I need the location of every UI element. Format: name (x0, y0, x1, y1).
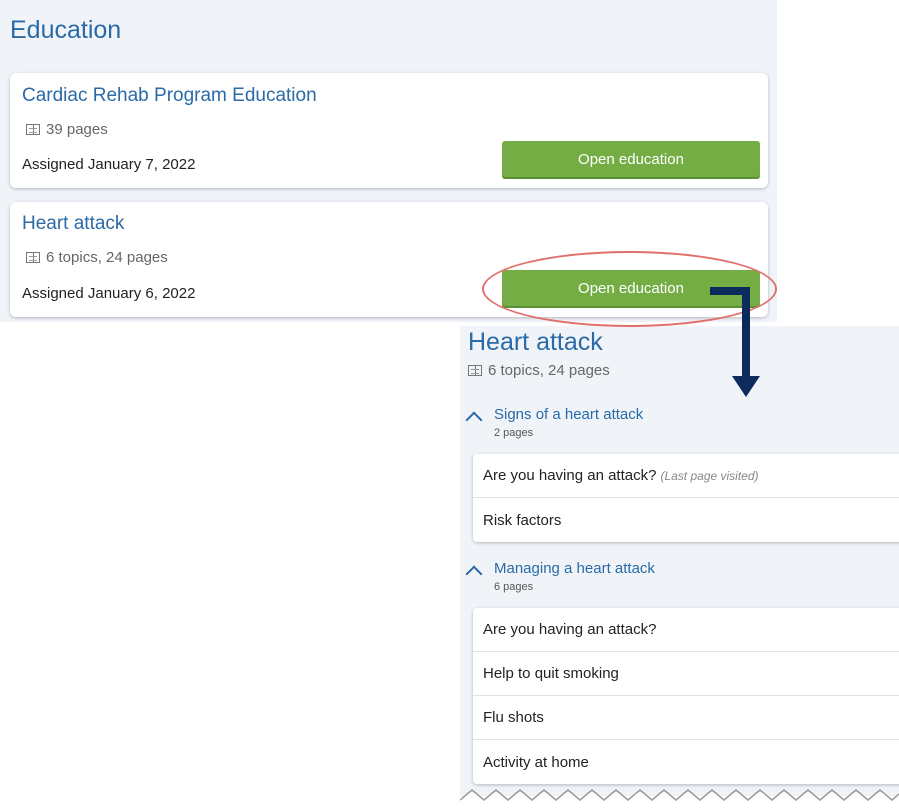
torn-edge (460, 789, 899, 808)
topic-meta: 6 topics, 24 pages (468, 362, 610, 379)
list-item[interactable]: Are you having an attack? (Last page vis… (473, 454, 899, 498)
card-title-link[interactable]: Cardiac Rehab Program Education (22, 85, 317, 107)
assigned-date: Assigned January 6, 2022 (22, 285, 196, 302)
open-education-button[interactable]: Open education (502, 270, 760, 306)
section-name: Signs of a heart attack (494, 406, 644, 423)
list-item[interactable]: Are you having an attack? (473, 608, 899, 652)
list-item-label: Are you having an attack? (483, 467, 657, 484)
open-education-button[interactable]: Open education (502, 141, 760, 177)
list-item[interactable]: Risk factors (473, 498, 899, 542)
section-header-managing[interactable]: Managing a heart attack 6 pages (465, 560, 888, 600)
chevron-up-icon (465, 565, 483, 583)
list-item-label: Flu shots (483, 709, 544, 726)
page-count: 39 pages (46, 121, 108, 138)
book-icon (468, 365, 482, 376)
book-icon (26, 124, 40, 135)
page-title: Education (10, 16, 122, 44)
topic-panel: Heart attack 6 topics, 24 pages Signs of… (460, 326, 899, 796)
topic-page-list: Are you having an attack? (Last page vis… (473, 454, 899, 542)
section-name: Managing a heart attack (494, 560, 655, 577)
card-meta: 6 topics, 24 pages (26, 249, 168, 266)
education-card: Heart attack 6 topics, 24 pages Assigned… (10, 202, 768, 317)
list-item-label: Activity at home (483, 753, 589, 771)
section-header-signs[interactable]: Signs of a heart attack 2 pages (465, 406, 888, 446)
list-item-label: Help to quit smoking (483, 665, 619, 682)
section-count: 2 pages (494, 427, 534, 439)
last-visited-note: (Last page visited) (660, 468, 759, 483)
list-item-label: Are you having an attack? (483, 621, 657, 638)
list-item[interactable]: Help to quit smoking (473, 652, 899, 696)
list-item-label: Risk factors (483, 511, 562, 529)
page-count: 6 topics, 24 pages (46, 249, 168, 266)
card-title-link[interactable]: Heart attack (22, 213, 124, 235)
education-panel: Education Cardiac Rehab Program Educatio… (0, 0, 777, 322)
list-item[interactable]: Flu shots (473, 696, 899, 740)
topic-title: Heart attack (468, 328, 603, 356)
chevron-up-icon (465, 411, 483, 429)
card-meta: 39 pages (26, 121, 108, 138)
education-card: Cardiac Rehab Program Education 39 pages… (10, 73, 768, 188)
topic-count: 6 topics, 24 pages (488, 362, 610, 379)
section-count: 6 pages (494, 581, 534, 593)
book-icon (26, 252, 40, 263)
assigned-date: Assigned January 7, 2022 (22, 156, 196, 173)
topic-page-list: Are you having an attack? Help to quit s… (473, 608, 899, 784)
